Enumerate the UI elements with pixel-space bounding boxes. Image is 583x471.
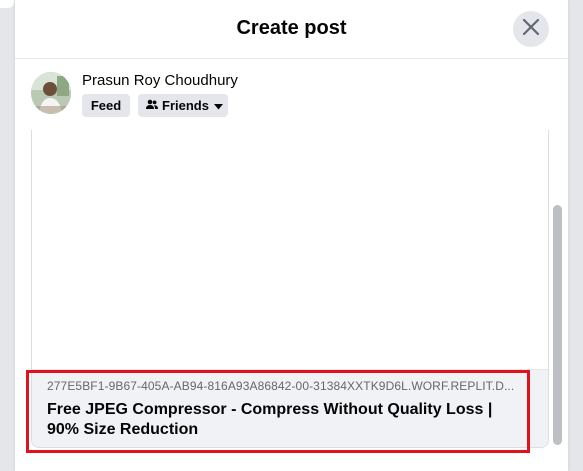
caret-down-icon xyxy=(213,98,227,113)
friends-label: Friends xyxy=(162,98,209,113)
close-icon xyxy=(521,17,541,42)
close-button[interactable] xyxy=(513,11,549,47)
friends-icon xyxy=(146,98,162,113)
audience-selector-button[interactable]: Friends xyxy=(138,94,228,117)
link-preview-title: Free JPEG Compressor - Compress Without … xyxy=(47,401,493,438)
scrollbar-thumb[interactable] xyxy=(553,205,562,445)
link-preview-card[interactable]: 277E5BF1-9B67-405A-AB94-816A93A86842-00-… xyxy=(32,369,548,447)
feed-selector-button[interactable]: Feed xyxy=(82,94,130,117)
link-preview-domain: 277E5BF1-9B67-405A-AB94-816A93A86842-00-… xyxy=(47,379,515,393)
dialog-header: Create post xyxy=(15,0,568,59)
author-name[interactable]: Prasun Roy Choudhury xyxy=(82,72,238,89)
avatar[interactable] xyxy=(31,72,71,114)
post-author-row: Prasun Roy Choudhury Feed Friends xyxy=(31,72,551,118)
feed-label: Feed xyxy=(90,98,122,113)
create-post-dialog: Create post Prasun Roy Choudhury Feed Fr… xyxy=(15,0,568,471)
dialog-title: Create post xyxy=(236,17,347,39)
